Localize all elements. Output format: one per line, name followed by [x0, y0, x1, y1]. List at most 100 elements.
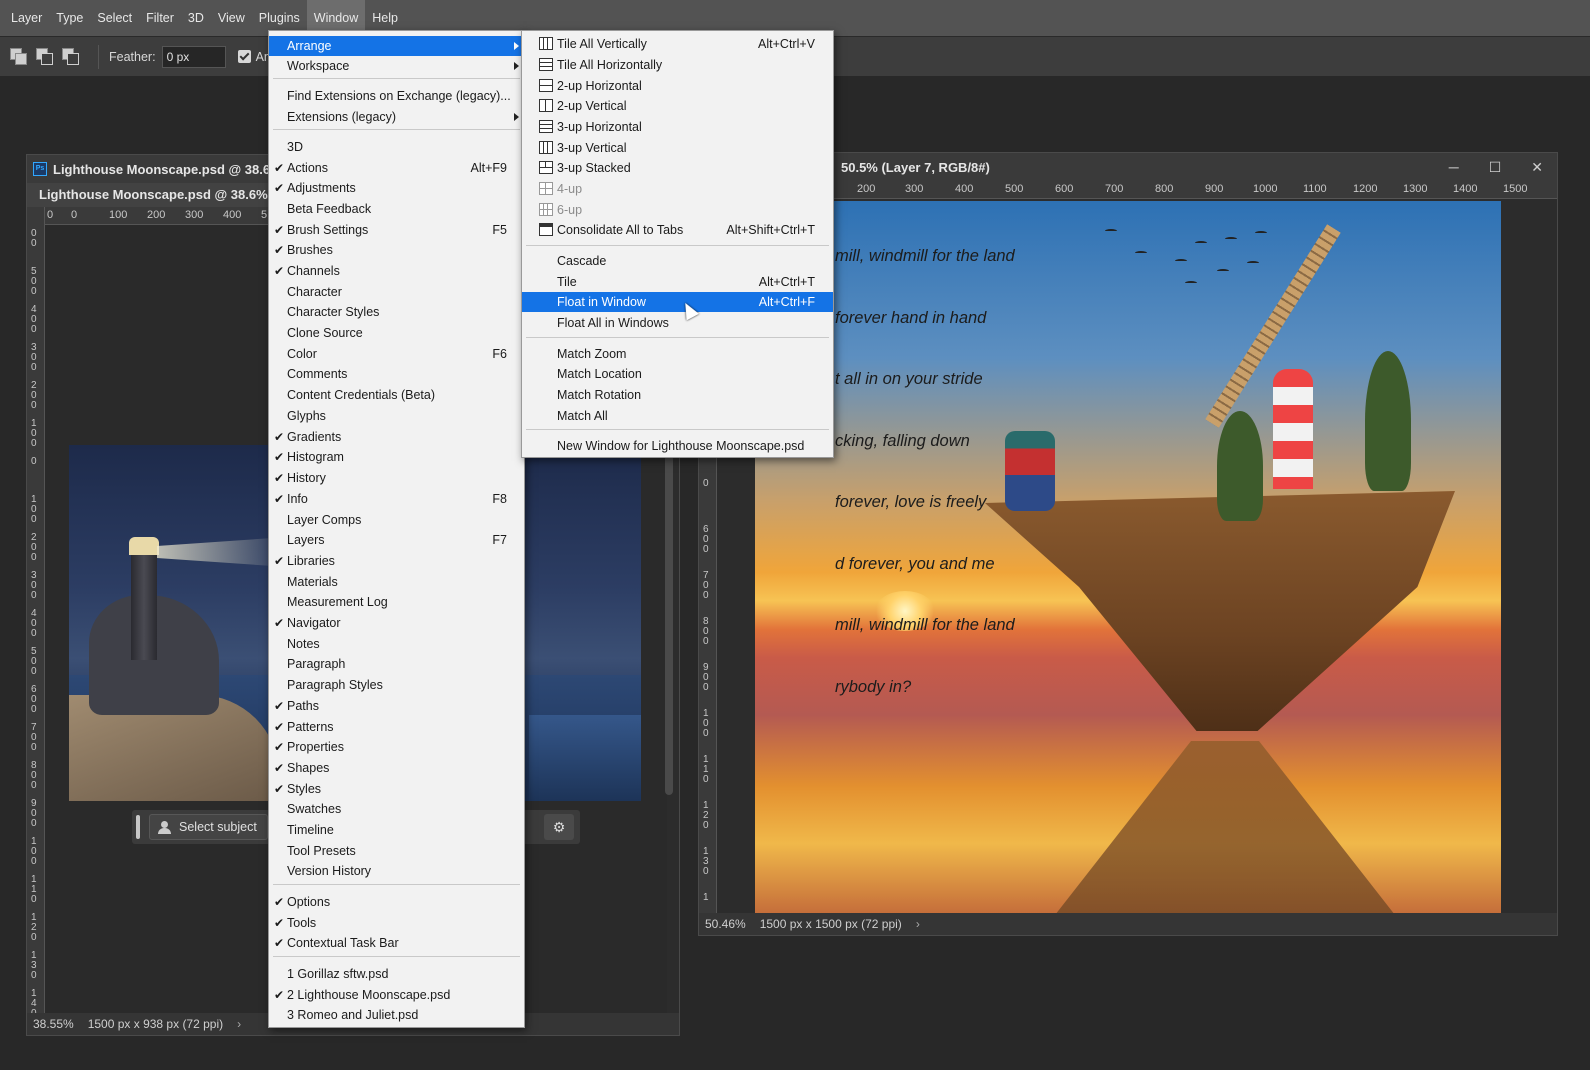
arrange-item-2-up-horizontal[interactable]: 2-up Horizontal: [522, 76, 833, 96]
window-menu-item-options[interactable]: ✔ Options: [269, 892, 524, 912]
window-menu-item-histogram[interactable]: ✔ Histogram: [269, 447, 524, 467]
menu-type[interactable]: Type: [49, 0, 90, 36]
antialias-checkbox[interactable]: [237, 50, 251, 63]
ruler-tick: 1500: [1503, 183, 1528, 195]
horizontal-ruler[interactable]: 200 300 400 500 600 700 800 900 1000 110…: [717, 181, 1557, 199]
window-menu-item-layers[interactable]: Layers F7: [269, 530, 524, 550]
window-menu-item-channels[interactable]: ✔ Channels: [269, 261, 524, 281]
window-menu-item-actions[interactable]: ✔ Actions Alt+F9: [269, 158, 524, 178]
window-menu-item-version-history[interactable]: Version History: [269, 861, 524, 881]
window-menu-item-comments[interactable]: Comments: [269, 364, 524, 384]
window-menu-item-color[interactable]: Color F6: [269, 344, 524, 364]
arrange-item-match-rotation[interactable]: Match Rotation: [522, 385, 833, 405]
window-menu-item-history[interactable]: ✔ History: [269, 468, 524, 488]
window-menu-item-glyphs[interactable]: Glyphs: [269, 406, 524, 426]
menu-select[interactable]: Select: [90, 0, 139, 36]
window-menu-item-paragraph[interactable]: Paragraph: [269, 654, 524, 674]
arrange-item-cascade[interactable]: Cascade: [522, 251, 833, 271]
vertical-ruler[interactable]: 0 0 5 0 0 4 0 0 3 0 0 2 0 0 1 0 0 0 1 0 0 2 0 0 3…: [27, 207, 45, 1019]
feather-input[interactable]: 0 px: [161, 45, 226, 68]
document-tab[interactable]: Lighthouse Moonscape.psd @ 38.6% (: [27, 183, 288, 207]
window-menu-item-layer-comps[interactable]: Layer Comps: [269, 510, 524, 530]
close-icon[interactable]: ✕: [1531, 159, 1543, 176]
window-menu-item-tool-presets[interactable]: Tool Presets: [269, 841, 524, 861]
arrange-item-3-up-horizontal[interactable]: 3-up Horizontal: [522, 117, 833, 137]
window-menu-item-1-gorillaz-sftw-psd[interactable]: 1 Gorillaz sftw.psd: [269, 964, 524, 984]
window-menu-item-paths[interactable]: ✔ Paths: [269, 696, 524, 716]
window-menu-item-3-romeo-and-juliet-psd[interactable]: 3 Romeo and Juliet.psd: [269, 1005, 524, 1025]
window-menu-item-info[interactable]: ✔ Info F8: [269, 489, 524, 509]
maximize-icon[interactable]: ☐: [1489, 159, 1502, 176]
two-up-vertical-icon: [539, 99, 553, 112]
menu-item-label: Channels: [287, 264, 340, 278]
add-to-selection-icon[interactable]: [36, 47, 54, 66]
arrange-item-3-up-vertical[interactable]: 3-up Vertical: [522, 138, 833, 158]
ruler-tick: 0 0: [31, 228, 37, 249]
window-menu-item-timeline[interactable]: Timeline: [269, 820, 524, 840]
window-menu-item-character-styles[interactable]: Character Styles: [269, 302, 524, 322]
window-menu-item-contextual-task-bar[interactable]: ✔ Contextual Task Bar: [269, 933, 524, 953]
status-expand-icon[interactable]: ›: [916, 917, 920, 931]
window-menu-item-adjustments[interactable]: ✔ Adjustments: [269, 178, 524, 198]
menu-filter[interactable]: Filter: [139, 0, 181, 36]
arrange-item-consolidate-all-to-tabs[interactable]: Consolidate All to Tabs Alt+Shift+Ctrl+T: [522, 220, 833, 240]
ruler-tick: 6 0 0: [31, 684, 37, 715]
arrange-item-match-location[interactable]: Match Location: [522, 364, 833, 384]
window-menu-item-patterns[interactable]: ✔ Patterns: [269, 717, 524, 737]
window-menu-item-properties[interactable]: ✔ Properties: [269, 737, 524, 757]
window-menu-item-clone-source[interactable]: Clone Source: [269, 323, 524, 343]
status-expand-icon[interactable]: ›: [237, 1017, 241, 1031]
arrange-item-tile-all-vertically[interactable]: Tile All Vertically Alt+Ctrl+V: [522, 34, 833, 54]
arrange-item-tile[interactable]: Tile Alt+Ctrl+T: [522, 272, 833, 292]
menu-item-label: Match Rotation: [557, 388, 642, 402]
window-menu-item-paragraph-styles[interactable]: Paragraph Styles: [269, 675, 524, 695]
menu-view[interactable]: View: [211, 0, 252, 36]
window-menu-item-styles[interactable]: ✔ Styles: [269, 779, 524, 799]
menu-item-label: New Window for Lighthouse Moonscape.psd: [557, 439, 805, 453]
window-menu-item-notes[interactable]: Notes: [269, 634, 524, 654]
select-subject-button[interactable]: Select subject: [149, 814, 268, 840]
check-icon: ✔: [274, 720, 285, 734]
subtract-from-selection-icon[interactable]: [62, 47, 80, 66]
arrange-item-new-window-for-lighthouse-moonscape-psd[interactable]: New Window for Lighthouse Moonscape.psd: [522, 436, 833, 456]
new-selection-icon[interactable]: [10, 47, 28, 66]
window-menu-item-swatches[interactable]: Swatches: [269, 799, 524, 819]
arrange-item-3-up-stacked[interactable]: 3-up Stacked: [522, 158, 833, 178]
window-menu-item-arrange[interactable]: Arrange: [269, 36, 524, 56]
window-menu-item-3d[interactable]: 3D: [269, 137, 524, 157]
window-menu-item-brush-settings[interactable]: ✔ Brush Settings F5: [269, 220, 524, 240]
menu-layer[interactable]: Layer: [4, 0, 49, 36]
check-icon: ✔: [274, 782, 285, 796]
vertical-scrollbar[interactable]: [665, 455, 673, 795]
window-menu-item-brushes[interactable]: ✔ Brushes: [269, 240, 524, 260]
arrange-submenu: Tile All Vertically Alt+Ctrl+V Tile All Ho…: [521, 30, 834, 458]
ruler-tick: 5 0 0: [31, 646, 37, 677]
window-menu-item-libraries[interactable]: ✔ Libraries: [269, 551, 524, 571]
window-menu-item-workspace[interactable]: Workspace: [269, 56, 524, 76]
arrange-item-tile-all-horizontally[interactable]: Tile All Horizontally: [522, 55, 833, 75]
arrange-item-match-zoom[interactable]: Match Zoom: [522, 344, 833, 364]
arrange-item-float-in-window[interactable]: Float in Window Alt+Ctrl+F: [522, 292, 833, 312]
window-menu-item-measurement-log[interactable]: Measurement Log: [269, 592, 524, 612]
window-menu-item-extensions-legacy[interactable]: Extensions (legacy): [269, 107, 524, 127]
window-menu-item-beta-feedback[interactable]: Beta Feedback: [269, 199, 524, 219]
window-menu-item-navigator[interactable]: ✔ Navigator: [269, 613, 524, 633]
arrange-item-float-all-in-windows[interactable]: Float All in Windows: [522, 313, 833, 333]
window-menu-item-materials[interactable]: Materials: [269, 572, 524, 592]
menu-3d[interactable]: 3D: [181, 0, 211, 36]
arrange-item-2-up-vertical[interactable]: 2-up Vertical: [522, 96, 833, 116]
menu-item-label: Options: [287, 895, 331, 909]
window-menu-item-character[interactable]: Character: [269, 282, 524, 302]
window-menu-item-content-credentials-beta[interactable]: Content Credentials (Beta): [269, 385, 524, 405]
window-menu-item-shapes[interactable]: ✔ Shapes: [269, 758, 524, 778]
arrange-item-match-all[interactable]: Match All: [522, 406, 833, 426]
zoom-level[interactable]: 38.55%: [33, 1017, 74, 1031]
window-menu-item-find-extensions-on-exchange-legacy[interactable]: Find Extensions on Exchange (legacy)...: [269, 86, 524, 106]
minimize-icon[interactable]: ─: [1449, 159, 1459, 176]
zoom-level[interactable]: 50.46%: [705, 917, 746, 931]
window-menu-item-2-lighthouse-moonscape-psd[interactable]: ✔ 2 Lighthouse Moonscape.psd: [269, 985, 524, 1005]
drag-handle-icon[interactable]: [136, 815, 140, 839]
task-bar-settings-icon[interactable]: ⚙: [544, 814, 574, 840]
window-menu-item-tools[interactable]: ✔ Tools: [269, 913, 524, 933]
window-menu-item-gradients[interactable]: ✔ Gradients: [269, 427, 524, 447]
